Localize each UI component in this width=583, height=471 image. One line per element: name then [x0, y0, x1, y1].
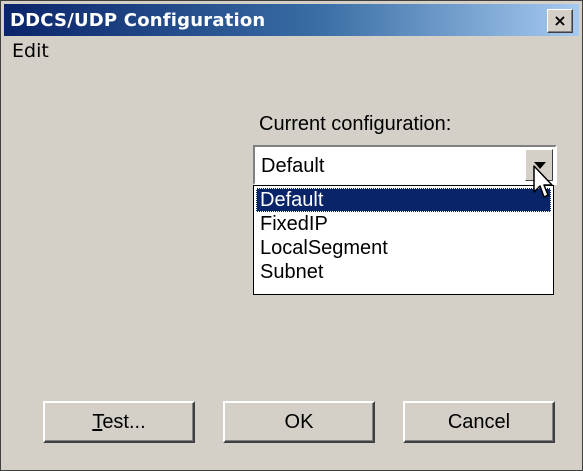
configuration-dropdown-list: Default FixedIP LocalSegment Subnet	[253, 185, 554, 295]
dropdown-option-default[interactable]: Default	[256, 188, 551, 212]
test-button-label: est...	[102, 411, 146, 433]
test-button-accelerator: T	[92, 411, 103, 433]
dropdown-option-fixedip[interactable]: FixedIP	[256, 212, 551, 236]
test-button[interactable]: Test...	[43, 401, 195, 443]
ok-button[interactable]: OK	[223, 401, 375, 443]
close-button[interactable]: ×	[547, 9, 573, 33]
dropdown-option-subnet[interactable]: Subnet	[256, 260, 551, 284]
cancel-button[interactable]: Cancel	[403, 401, 555, 443]
menu-item-edit[interactable]: Edit	[12, 40, 49, 62]
combobox-value: Default	[261, 155, 325, 177]
dialog-window: DDCS/UDP Configuration × Edit Current co…	[0, 0, 583, 471]
window-title: DDCS/UDP Configuration	[10, 10, 266, 31]
mouse-cursor-icon	[533, 165, 553, 198]
cancel-button-label: Cancel	[447, 411, 511, 433]
close-icon: ×	[553, 11, 567, 30]
ok-button-label: OK	[284, 411, 314, 433]
dropdown-option-localsegment[interactable]: LocalSegment	[256, 236, 551, 260]
title-bar[interactable]: DDCS/UDP Configuration ×	[4, 4, 579, 36]
configuration-combobox[interactable]: Default	[253, 145, 557, 185]
menu-bar: Edit	[4, 37, 579, 65]
current-configuration-label: Current configuration:	[259, 113, 452, 135]
